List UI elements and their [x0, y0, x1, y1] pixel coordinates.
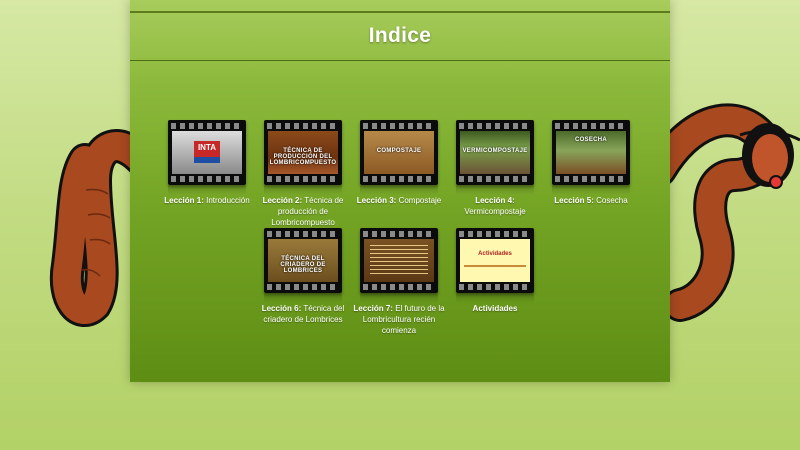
top-divider — [130, 11, 670, 13]
lesson-7-label[interactable]: Lección 7: El futuro de la Lombricultura… — [353, 303, 445, 336]
film-frame[interactable]: Actividades — [456, 228, 534, 293]
activities-card[interactable]: Actividades Actividades — [449, 228, 541, 314]
worm-illustration-left — [49, 129, 150, 327]
lesson-5-label[interactable]: Lección 5: Cosecha — [545, 195, 637, 206]
film-frame[interactable]: COMPOSTAJE — [360, 120, 438, 185]
film-frame[interactable]: COSECHA — [552, 120, 630, 185]
lesson-2-thumbnail[interactable]: TÉCNICA DE PRODUCCIÓN DEL LOMBRICOMPUEST… — [268, 131, 338, 174]
index-panel: Indice INTA Lección 1: Introducción TÉCN… — [130, 0, 670, 382]
lesson-4-label[interactable]: Lección 4: Vermicompostaje — [449, 195, 541, 217]
lesson-6-card[interactable]: TÉCNICA DEL CRIADERO DE LOMBRICES Lecció… — [257, 228, 349, 325]
lesson-3-thumbnail[interactable]: COMPOSTAJE — [364, 131, 434, 174]
film-frame[interactable]: TÉCNICA DE PRODUCCIÓN DEL LOMBRICOMPUEST… — [264, 120, 342, 185]
film-frame[interactable]: TÉCNICA DEL CRIADERO DE LOMBRICES — [264, 228, 342, 293]
lesson-2-label[interactable]: Lección 2: Técnica de producción de Lomb… — [257, 195, 349, 228]
worm-illustration-right — [660, 103, 800, 322]
lesson-7-thumbnail[interactable] — [364, 239, 434, 282]
lesson-4-thumbnail[interactable]: VERMICOMPOSTAJE — [460, 131, 530, 174]
inta-logo: INTA — [194, 141, 220, 163]
lesson-1-label[interactable]: Lección 1: Introducción — [161, 195, 253, 206]
lesson-6-label[interactable]: Lección 6: Técnica del criadero de Lombr… — [257, 303, 349, 325]
page-title: Indice — [368, 24, 432, 47]
lesson-6-thumbnail[interactable]: TÉCNICA DEL CRIADERO DE LOMBRICES — [268, 239, 338, 282]
activities-label[interactable]: Actividades — [449, 303, 541, 314]
lesson-4-card[interactable]: VERMICOMPOSTAJE Lección 4: Vermicomposta… — [449, 120, 541, 217]
lesson-3-label[interactable]: Lección 3: Compostaje — [353, 195, 445, 206]
lesson-5-card[interactable]: COSECHA Lección 5: Cosecha — [545, 120, 637, 206]
lesson-7-card[interactable]: Lección 7: El futuro de la Lombricultura… — [353, 228, 445, 336]
lesson-3-card[interactable]: COMPOSTAJE Lección 3: Compostaje — [353, 120, 445, 206]
lesson-1-thumbnail[interactable]: INTA — [172, 131, 242, 174]
lesson-5-thumbnail[interactable]: COSECHA — [556, 131, 626, 174]
title-divider — [130, 60, 670, 61]
film-frame[interactable] — [360, 228, 438, 293]
activities-thumbnail[interactable]: Actividades — [460, 239, 530, 282]
lesson-1-card[interactable]: INTA Lección 1: Introducción — [161, 120, 253, 206]
film-frame[interactable]: INTA — [168, 120, 246, 185]
lesson-2-card[interactable]: TÉCNICA DE PRODUCCIÓN DEL LOMBRICOMPUEST… — [257, 120, 349, 228]
film-frame[interactable]: VERMICOMPOSTAJE — [456, 120, 534, 185]
